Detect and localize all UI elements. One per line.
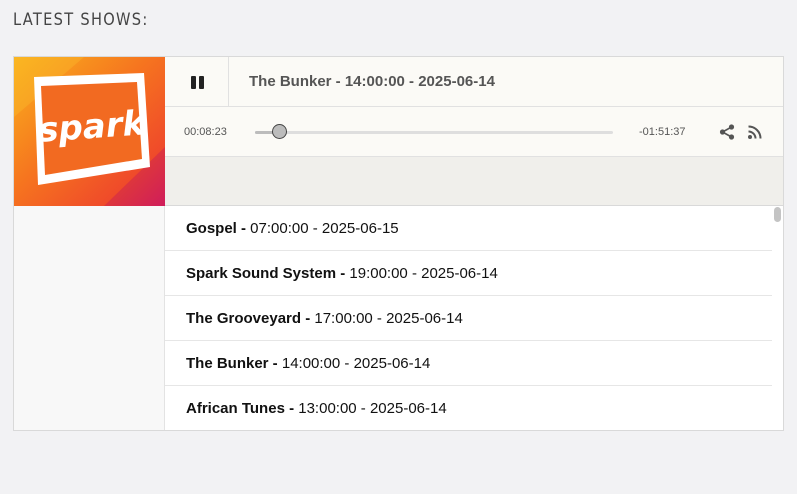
show-list-item[interactable]: The Grooveyard - 17:00:00 - 2025-06-14 <box>165 296 772 341</box>
player-title-bar: The Bunker - 14:00:00 - 2025-06-14 <box>165 57 783 107</box>
show-time: 07:00:00 - 2025-06-15 <box>246 220 399 237</box>
show-name: African Tunes - <box>186 400 295 417</box>
show-time: 13:00:00 - 2025-06-14 <box>294 400 447 417</box>
show-name: The Bunker - <box>186 355 278 372</box>
show-list-item[interactable]: The Bunker - 14:00:00 - 2025-06-14 <box>165 341 772 386</box>
pause-button[interactable] <box>165 57 229 106</box>
pause-icon <box>191 76 196 89</box>
show-name: Gospel - <box>186 220 247 237</box>
show-artwork: spark <box>14 57 165 206</box>
latest-shows-heading: LATEST SHOWS: <box>13 10 149 30</box>
shows-list: Gospel - 07:00:00 - 2025-06-15 Spark Soun… <box>165 206 783 430</box>
show-time: 19:00:00 - 2025-06-14 <box>345 265 498 282</box>
player-info-area <box>165 157 783 206</box>
show-time: 17:00:00 - 2025-06-14 <box>310 310 463 327</box>
show-time: 14:00:00 - 2025-06-14 <box>277 355 431 372</box>
now-playing-title: The Bunker - 14:00:00 - 2025-06-14 <box>249 73 495 90</box>
logo-wordmark: spark <box>37 103 149 151</box>
audio-player: spark The Bunker - 14:00:00 - 2025-06-14… <box>13 56 784 431</box>
elapsed-time: 00:08:23 <box>184 126 227 138</box>
spark-logo: spark <box>14 57 165 206</box>
seek-handle[interactable] <box>272 124 288 139</box>
rss-icon[interactable] <box>747 124 763 140</box>
artwork-column <box>14 206 165 430</box>
scrollbar-thumb[interactable] <box>774 207 781 222</box>
pause-icon-bar <box>199 76 204 89</box>
share-icon[interactable] <box>719 124 735 140</box>
show-list-item[interactable]: Spark Sound System - 19:00:00 - 2025-06-… <box>165 251 772 296</box>
show-list-item[interactable]: Gospel - 07:00:00 - 2025-06-15 <box>165 206 772 251</box>
seek-bar[interactable] <box>255 124 613 139</box>
remaining-time: -01:51:37 <box>639 126 686 138</box>
show-name: Spark Sound System - <box>186 265 346 282</box>
show-list-item[interactable]: African Tunes - 13:00:00 - 2025-06-14 <box>165 386 772 430</box>
progress-row: 00:08:23 -01:51:37 <box>165 107 783 157</box>
show-name: The Grooveyard - <box>186 310 311 327</box>
